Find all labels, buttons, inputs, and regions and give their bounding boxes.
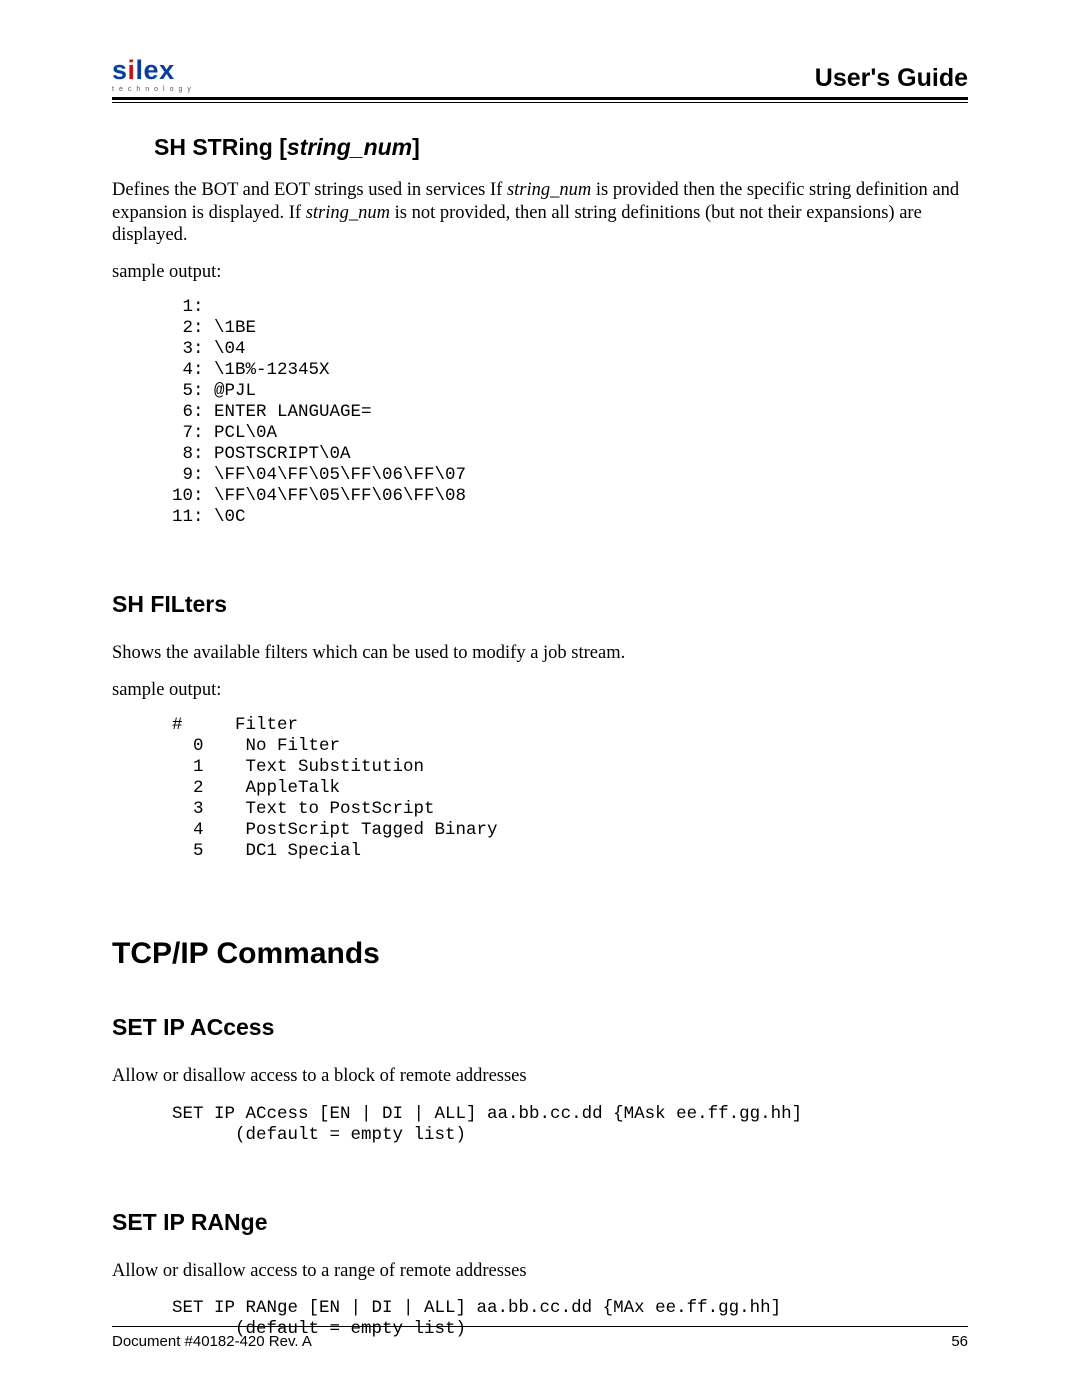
heading-text: ] [412,134,420,160]
guide-title: User's Guide [815,63,968,94]
body-text-italic: string_num [507,180,591,200]
heading-set-ip-access: SET IP ACcess [112,1013,968,1041]
heading-tcpip: TCP/IP Commands [112,936,968,973]
heading-param: string_num [287,134,412,160]
logo: silex technology [112,57,196,93]
code-set-ip-access: SET IP ACcess [EN | DI | ALL] aa.bb.cc.d… [172,1104,968,1146]
body-sh-filters: Shows the available filters which can be… [112,642,968,665]
body-set-ip-access: Allow or disallow access to a block of r… [112,1065,968,1088]
page-header: silex technology User's Guide [112,57,968,96]
body-text-italic: string_num [306,203,390,223]
footer-doc-id: Document #40182-420 Rev. A [112,1333,312,1351]
logo-text-suffix: lex [136,55,175,85]
body-sh-string: Defines the BOT and EOT strings used in … [112,179,968,247]
body-set-ip-range: Allow or disallow access to a range of r… [112,1260,968,1283]
heading-text: SH STRing [ [154,134,287,160]
heading-sh-string: SH STRing [string_num] [154,133,968,161]
heading-sh-filters: SH FILters [112,590,968,618]
footer-rule [112,1326,968,1327]
logo-text-accent: i [128,55,136,85]
page-footer: Document #40182-420 Rev. A 56 [112,1326,968,1351]
sample-label: sample output: [112,261,968,284]
footer-page-number: 56 [951,1333,968,1351]
header-rule-thick [112,97,968,100]
logo-subtext: technology [112,86,196,93]
logo-text-prefix: s [112,55,128,85]
header-rule-thin [112,102,968,103]
sample-label: sample output: [112,679,968,702]
sample-output-sh-string: 1: 2: \1BE 3: \04 4: \1B%-12345X 5: @PJL… [172,297,968,528]
heading-set-ip-range: SET IP RANge [112,1208,968,1236]
body-text: Defines the BOT and EOT strings used in … [112,180,507,200]
sample-output-sh-filters: # Filter 0 No Filter 1 Text Substitution… [172,715,968,862]
